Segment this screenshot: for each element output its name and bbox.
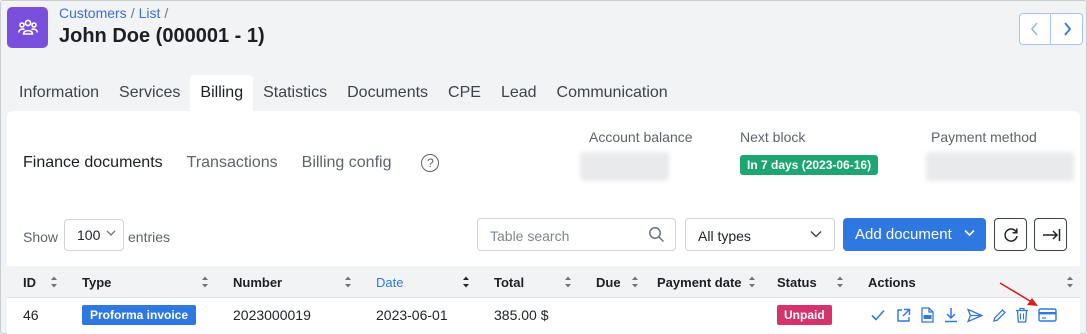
add-document-button[interactable]: Add document — [843, 218, 986, 251]
breadcrumb-customers[interactable]: Customers — [59, 5, 127, 21]
breadcrumb-separator: / — [164, 5, 169, 21]
table-header: ID Type Number Date Total Due Payment da… — [7, 266, 1080, 298]
show-label: Show — [23, 229, 59, 245]
column-header-type[interactable]: Type — [82, 275, 111, 290]
account-balance-label: Account balance — [589, 129, 693, 145]
tab-documents[interactable]: Documents — [337, 75, 438, 111]
column-header-payment-date[interactable]: Payment date — [657, 275, 742, 290]
tab-billing[interactable]: Billing — [190, 75, 254, 111]
send-button[interactable] — [967, 307, 983, 323]
subtab-finance-documents[interactable]: Finance documents — [23, 154, 163, 172]
sort-icon[interactable] — [50, 275, 58, 289]
open-document-button[interactable] — [895, 307, 911, 323]
chevron-down-icon — [964, 229, 975, 237]
download-button[interactable] — [943, 307, 959, 323]
payment-method-label: Payment method — [931, 129, 1037, 145]
sort-icon[interactable] — [1066, 275, 1074, 289]
entries-value: 100 — [77, 227, 101, 243]
page-title: John Doe (000001 - 1) — [59, 25, 265, 47]
download-icon — [945, 308, 957, 323]
sort-icon[interactable] — [344, 275, 352, 289]
entries-label: entries — [128, 229, 171, 245]
search-placeholder: Table search — [490, 228, 570, 244]
open-external-icon — [896, 308, 910, 322]
chevron-down-icon — [810, 231, 822, 238]
column-header-total[interactable]: Total — [494, 275, 524, 290]
table-row[interactable]: 46 Proforma invoice 2023000019 2023-06-0… — [7, 298, 1080, 334]
previous-record-button[interactable] — [1019, 13, 1051, 45]
account-balance-value — [580, 152, 669, 181]
status-badge: Unpaid — [777, 305, 832, 325]
view-pdf-button[interactable] — [919, 307, 935, 323]
refresh-button[interactable] — [994, 218, 1027, 251]
column-header-actions: Actions — [868, 275, 916, 290]
cell-date: 2023-06-01 — [376, 307, 448, 323]
breadcrumb: Customers / List / — [59, 5, 172, 21]
export-button[interactable] — [1034, 218, 1067, 251]
users-group-icon — [7, 7, 48, 48]
sort-icon[interactable] — [462, 275, 470, 289]
next-block-label: Next block — [740, 129, 806, 145]
billing-card: Finance documents Transactions Billing c… — [7, 111, 1080, 334]
chevron-right-icon — [1063, 22, 1071, 36]
next-block-badge: In 7 days (2023-06-16) — [740, 155, 879, 175]
sort-icon[interactable] — [564, 275, 572, 289]
column-header-number[interactable]: Number — [233, 275, 282, 290]
tab-statistics[interactable]: Statistics — [253, 75, 337, 111]
breadcrumb-separator: / — [130, 5, 135, 21]
cell-number: 2023000019 — [233, 307, 311, 323]
column-header-due[interactable]: Due — [596, 275, 621, 290]
document-type-badge[interactable]: Proforma invoice — [82, 305, 197, 325]
cell-total: 385.00 $ — [494, 307, 549, 323]
subtab-billing-config[interactable]: Billing config — [302, 154, 392, 172]
payment-card-icon — [1037, 308, 1057, 322]
sort-icon[interactable] — [748, 275, 756, 289]
entries-per-page-select[interactable]: 100 — [64, 219, 124, 251]
customer-tabs: Information Services Billing Statistics … — [9, 75, 678, 111]
table-search-input[interactable]: Table search — [477, 218, 676, 251]
column-header-status[interactable]: Status — [777, 275, 817, 290]
type-filter-value: All types — [698, 228, 751, 244]
tab-services[interactable]: Services — [109, 75, 190, 111]
annotation-arrow — [999, 282, 1038, 306]
tab-information[interactable]: Information — [9, 75, 109, 111]
column-header-date[interactable]: Date — [376, 275, 403, 290]
search-icon — [649, 227, 665, 243]
chevron-left-icon — [1030, 22, 1038, 36]
sort-icon[interactable] — [631, 275, 639, 289]
payment-method-value — [926, 152, 1074, 181]
tab-lead[interactable]: Lead — [491, 75, 547, 111]
pdf-icon — [921, 307, 934, 323]
add-document-label: Add document — [855, 226, 952, 243]
tab-cpe[interactable]: CPE — [438, 75, 491, 111]
sort-icon[interactable] — [201, 275, 209, 289]
breadcrumb-list[interactable]: List — [139, 5, 161, 21]
sort-icon[interactable] — [836, 275, 844, 289]
export-icon — [1042, 228, 1060, 241]
billing-subtabs: Finance documents Transactions Billing c… — [23, 154, 440, 172]
tab-communication[interactable]: Communication — [547, 75, 678, 111]
subtab-transactions[interactable]: Transactions — [187, 154, 278, 172]
help-icon[interactable]: ? — [421, 154, 440, 172]
record-navigation — [1019, 13, 1083, 45]
next-record-button[interactable] — [1051, 13, 1083, 45]
chevron-down-icon — [106, 230, 116, 236]
cell-id: 46 — [23, 307, 39, 323]
document-type-select[interactable]: All types — [685, 218, 835, 251]
column-header-id[interactable]: ID — [23, 275, 36, 290]
mark-paid-button[interactable] — [870, 307, 886, 323]
check-icon — [871, 309, 885, 321]
refresh-icon — [1003, 227, 1018, 242]
send-icon — [967, 307, 983, 323]
